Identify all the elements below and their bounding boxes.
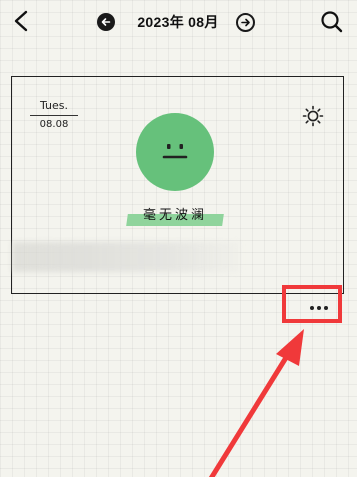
entry-date: Tues. 08.08 bbox=[30, 99, 78, 131]
month-title[interactable]: 2023年 08月 bbox=[126, 12, 230, 32]
arrow-left-icon bbox=[101, 18, 111, 26]
search-icon bbox=[321, 11, 343, 33]
more-dot bbox=[324, 306, 328, 310]
search-button[interactable] bbox=[319, 9, 345, 35]
chevron-left-icon bbox=[14, 10, 28, 32]
next-month-button[interactable] bbox=[236, 13, 255, 32]
more-options-button[interactable] bbox=[302, 300, 336, 316]
top-bar: 2023年 08月 bbox=[0, 0, 357, 46]
mood-face-icon bbox=[136, 113, 214, 191]
mood-label: 毫无波澜 bbox=[142, 208, 207, 223]
diary-entry-card[interactable]: Tues. 08.08 毫无波澜 bbox=[11, 76, 344, 294]
entry-date-number: 08.08 bbox=[39, 119, 69, 130]
entry-day-name: Tues. bbox=[39, 99, 68, 112]
arrow-right-icon bbox=[241, 18, 250, 27]
sun-icon bbox=[302, 105, 324, 127]
back-button[interactable] bbox=[10, 8, 32, 34]
more-dot bbox=[317, 306, 321, 310]
date-divider bbox=[30, 115, 78, 116]
more-dots-icon bbox=[310, 306, 314, 310]
mood-label-container: 毫无波澜 bbox=[126, 204, 224, 226]
blurred-entry-text bbox=[12, 242, 240, 272]
previous-month-button[interactable] bbox=[97, 13, 115, 31]
